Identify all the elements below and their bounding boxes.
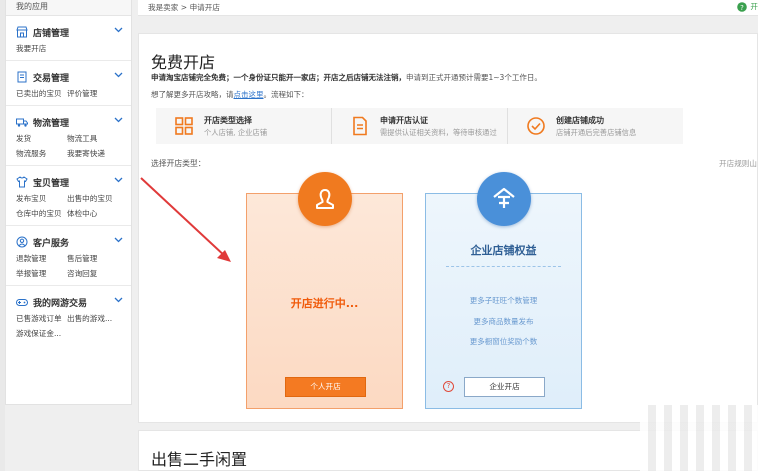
sidebar-link[interactable]: 物流服务 bbox=[16, 148, 67, 159]
sidebar-link[interactable]: 出售的游戏... bbox=[67, 313, 127, 324]
chevron-down-icon[interactable] bbox=[114, 70, 123, 79]
step-choose-type: 开店类型选择 个人店铺, 企业店铺 bbox=[156, 108, 331, 144]
sidebar-group-header[interactable]: 客户服务 bbox=[16, 235, 123, 249]
sidebar-group-games: 我的网游交易 已售游戏订单 出售的游戏... 游戏保证金... bbox=[6, 286, 131, 345]
benefit-item: 更多子旺旺个数管理 bbox=[469, 296, 538, 305]
sidebar-link[interactable]: 我要寄快递 bbox=[67, 148, 127, 159]
enterprise-store-button[interactable]: 企业开店 bbox=[464, 377, 545, 397]
sidebar-group-header[interactable]: 交易管理 bbox=[16, 70, 123, 84]
document-icon bbox=[353, 116, 367, 136]
sidebar-link[interactable]: 咨询回复 bbox=[67, 268, 127, 279]
chevron-down-icon[interactable] bbox=[114, 175, 123, 184]
sidebar-group-store: 店铺管理 我要开店 bbox=[6, 16, 131, 61]
page-title: 免费开店 bbox=[151, 53, 216, 72]
sidebar-group-title: 宝贝管理 bbox=[33, 178, 70, 189]
description: 申请淘宝店铺完全免费；一个身份证只能开一家店；开店之后店铺无法注销，申请到正式开… bbox=[151, 72, 542, 83]
store-progress-status: 开店进行中... bbox=[290, 297, 359, 310]
sidebar-group-items: 宝贝管理 发布宝贝 出售中的宝贝 仓库中的宝贝 体检中心 bbox=[6, 166, 131, 226]
sidebar-group-header[interactable]: 宝贝管理 bbox=[16, 175, 123, 189]
section-title: 出售二手闲置 bbox=[151, 450, 248, 469]
enterprise-benefits-title: 企业店铺权益 bbox=[470, 244, 537, 257]
top-bar: 我是卖家 > 申请开店 ? 开 bbox=[138, 0, 758, 16]
step-success: 创建店铺成功 店铺开通后完善店铺信息 bbox=[507, 108, 683, 144]
sidebar-link[interactable]: 体检中心 bbox=[67, 208, 127, 219]
check-circle-icon bbox=[527, 117, 545, 135]
chevron-down-icon[interactable] bbox=[114, 25, 123, 34]
guide-suffix: 。流程如下： bbox=[263, 90, 309, 99]
help-label: 开 bbox=[750, 2, 758, 11]
guide-link[interactable]: 点击这里 bbox=[234, 90, 264, 99]
step-title: 申请开店认证 bbox=[380, 115, 428, 125]
person-icon bbox=[315, 189, 334, 209]
sidebar-link[interactable]: 我要开店 bbox=[16, 43, 67, 54]
sidebar-link[interactable]: 已卖出的宝贝 bbox=[16, 88, 67, 99]
step-desc: 需提供认证相关资料，等待审核通过 bbox=[380, 127, 497, 137]
store-icon bbox=[16, 26, 28, 38]
sidebar-link[interactable]: 评价管理 bbox=[67, 88, 127, 99]
chevron-down-icon[interactable] bbox=[114, 295, 123, 304]
customer-icon bbox=[16, 236, 28, 248]
sidebar-header: 我的应用 bbox=[6, 0, 131, 16]
sidebar-group-header[interactable]: 店铺管理 bbox=[16, 25, 123, 39]
sidebar-link[interactable]: 仓库中的宝贝 bbox=[16, 208, 67, 219]
enterprise-badge bbox=[476, 172, 531, 226]
step-desc: 店铺开通后完善店铺信息 bbox=[556, 127, 637, 137]
sidebar-group-title: 客户服务 bbox=[33, 238, 70, 249]
sidebar-link[interactable]: 发货 bbox=[16, 133, 67, 144]
sidebar-group-title: 交易管理 bbox=[33, 73, 70, 84]
sidebar: 我的应用 店铺管理 我要开店 交易管理 已卖出的宝贝 评价管理 物流管理 发货 … bbox=[5, 0, 132, 405]
sidebar-link[interactable]: 已售游戏订单 bbox=[16, 313, 67, 324]
sidebar-link[interactable]: 售后管理 bbox=[67, 253, 127, 264]
building-icon bbox=[492, 187, 515, 208]
shirt-icon bbox=[16, 176, 28, 188]
sidebar-link[interactable]: 发布宝贝 bbox=[16, 193, 67, 204]
help-link[interactable]: ? 开 bbox=[737, 1, 758, 12]
chevron-down-icon[interactable] bbox=[114, 115, 123, 124]
guide-line: 想了解更多开店攻略，请点击这里。流程如下： bbox=[151, 89, 309, 100]
breadcrumb[interactable]: 我是卖家 > 申请开店 bbox=[148, 2, 220, 13]
benefit-item: 更多橱窗位奖励个数 bbox=[469, 337, 538, 346]
guide-prefix: 想了解更多开店攻略，请 bbox=[151, 90, 234, 99]
personal-store-card[interactable]: 开店进行中... 个人开店 bbox=[246, 172, 403, 409]
sidebar-group-trade: 交易管理 已卖出的宝贝 评价管理 bbox=[6, 61, 131, 106]
svg-text:?: ? bbox=[741, 3, 745, 11]
blurred-watermark bbox=[640, 405, 758, 471]
annotation-arrow-icon bbox=[140, 177, 231, 262]
sidebar-link[interactable]: 游戏保证金... bbox=[16, 328, 67, 339]
sidebar-group-header[interactable]: 物流管理 bbox=[16, 115, 123, 129]
chevron-down-icon[interactable] bbox=[114, 235, 123, 244]
store-rules-link[interactable]: 开店规则山 bbox=[719, 158, 757, 169]
process-steps: 开店类型选择 个人店铺, 企业店铺 申请开店认证 需提供认证相关资料，等待审核通… bbox=[156, 108, 683, 144]
sidebar-group-logistics: 物流管理 发货 物流工具 物流服务 我要寄快递 bbox=[6, 106, 131, 166]
enterprise-store-card[interactable]: 企业店铺权益 更多子旺旺个数管理 更多商品数量发布 更多橱窗位奖励个数 ? 企业… bbox=[425, 172, 582, 409]
sidebar-group-title: 我的网游交易 bbox=[33, 298, 88, 309]
description-bold: 申请淘宝店铺完全免费；一个身份证只能开一家店；开店之后店铺无法注销， bbox=[151, 73, 406, 82]
sidebar-group-title: 店铺管理 bbox=[33, 28, 70, 39]
step-title: 创建店铺成功 bbox=[556, 115, 604, 125]
trade-icon bbox=[16, 71, 28, 83]
benefit-item: 更多商品数量发布 bbox=[473, 317, 534, 326]
help-icon: ? bbox=[737, 1, 748, 12]
select-type-label: 选择开店类型： bbox=[151, 159, 206, 168]
step-title: 开店类型选择 bbox=[204, 115, 252, 125]
truck-icon bbox=[16, 116, 28, 128]
sidebar-group-header[interactable]: 我的网游交易 bbox=[16, 295, 123, 309]
sidebar-link[interactable]: 举报管理 bbox=[16, 268, 67, 279]
sidebar-group-title: 物流管理 bbox=[33, 118, 70, 129]
step-desc: 个人店铺, 企业店铺 bbox=[204, 127, 268, 137]
sidebar-link[interactable]: 出售中的宝贝 bbox=[67, 193, 127, 204]
person-badge bbox=[297, 172, 352, 226]
grid-icon bbox=[175, 117, 193, 135]
sidebar-group-customer: 客户服务 退款管理 售后管理 举报管理 咨询回复 bbox=[6, 226, 131, 286]
personal-store-button[interactable]: 个人开店 bbox=[285, 377, 366, 397]
question-icon[interactable]: ? bbox=[443, 381, 454, 392]
description-normal: 申请到正式开通预计需要1~3个工作日。 bbox=[406, 73, 542, 82]
sidebar-link[interactable]: 退款管理 bbox=[16, 253, 67, 264]
gamepad-icon bbox=[16, 296, 28, 308]
step-apply-auth: 申请开店认证 需提供认证相关资料，等待审核通过 bbox=[331, 108, 507, 144]
sidebar-link[interactable]: 物流工具 bbox=[67, 133, 127, 144]
divider bbox=[446, 266, 561, 267]
